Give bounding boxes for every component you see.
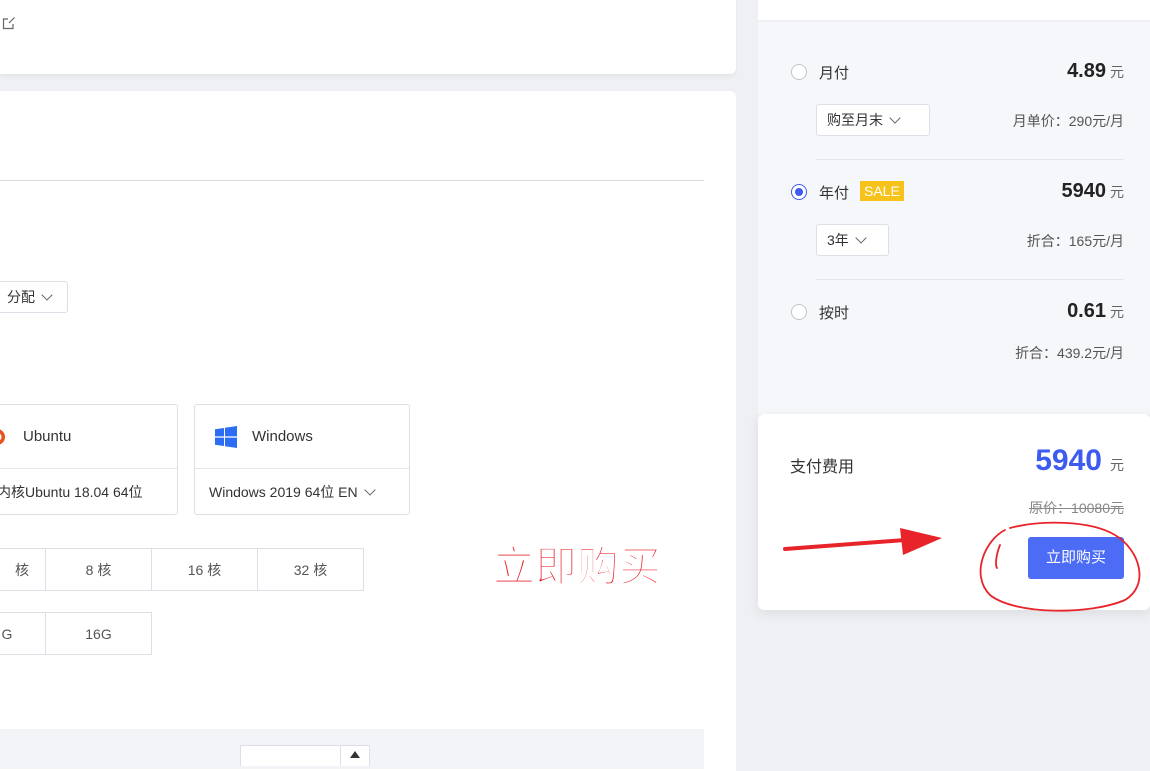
cpu-option-label: 32 核 — [293, 561, 328, 578]
price-hourly: 0.61 元 — [1067, 300, 1124, 323]
chevron-down-icon — [889, 112, 901, 124]
price-monthly: 4.89 元 — [1067, 60, 1124, 83]
option-label-monthly: 月付 — [819, 65, 850, 82]
option-divider — [816, 159, 1124, 160]
cpu-option-label: 核 — [15, 561, 29, 578]
bottom-toolbar — [0, 729, 704, 769]
os-card-ubuntu[interactable]: Ubuntu 内核Ubuntu 18.04 64位 — [0, 404, 178, 515]
section-divider — [0, 180, 704, 181]
payment-amount: 5940 元 — [1035, 444, 1124, 478]
ubuntu-icon — [0, 427, 9, 447]
cpu-option[interactable]: 核 — [0, 548, 46, 591]
monthly-period-select[interactable]: 购至月末 — [816, 104, 930, 136]
memory-option-label: 16G — [85, 625, 112, 642]
yearly-period-select[interactable]: 3年 — [816, 224, 889, 256]
price-monthly-value: 4.89 — [1067, 60, 1106, 82]
option-label-hourly: 按时 — [819, 305, 850, 322]
radio-monthly[interactable] — [791, 64, 807, 80]
payment-amount-unit: 元 — [1110, 457, 1124, 473]
chevron-down-icon — [855, 232, 867, 244]
radio-yearly[interactable] — [791, 184, 807, 200]
payment-card: 支付费用 5940 元 原价：10080元 立即购买 — [758, 414, 1150, 610]
radio-hourly[interactable] — [791, 304, 807, 320]
edit-icon[interactable] — [2, 16, 16, 30]
payment-amount-value: 5940 — [1035, 444, 1102, 477]
price-yearly: 5940 元 — [1062, 180, 1125, 203]
hourly-detail: 折合：439.2元/月 — [1015, 345, 1124, 361]
config-card: 分配 Ubuntu 内核Ubuntu 18.04 64位 Windows Win… — [0, 91, 736, 771]
monthly-period-value: 购至月末 — [827, 112, 883, 128]
cpu-option[interactable]: 32 核 — [257, 548, 364, 591]
chevron-down-icon — [41, 289, 53, 301]
price-hourly-unit: 元 — [1110, 304, 1124, 320]
os-name-windows: Windows — [252, 428, 313, 445]
windows-version-value: Windows 2019 64位 EN — [209, 484, 358, 500]
yearly-period-value: 3年 — [827, 232, 849, 248]
cpu-option[interactable]: 8 核 — [45, 548, 152, 591]
windows-icon — [215, 425, 237, 448]
os-card-windows[interactable]: Windows Windows 2019 64位 EN — [194, 404, 410, 515]
cpu-option[interactable]: 16 核 — [151, 548, 258, 591]
buy-now-button[interactable]: 立即购买 — [1028, 537, 1124, 579]
top-card — [0, 0, 736, 74]
sale-badge: SALE — [860, 181, 904, 201]
quantity-input[interactable] — [240, 745, 342, 766]
ubuntu-version-value: 内核Ubuntu 18.04 64位 — [0, 484, 143, 500]
chevron-down-icon — [363, 484, 376, 496]
memory-option[interactable]: G — [0, 612, 46, 655]
allocation-select-value: 分配 — [7, 289, 35, 305]
windows-version-select[interactable]: Windows 2019 64位 EN — [195, 469, 409, 515]
price-hourly-value: 0.61 — [1067, 300, 1106, 322]
option-label-yearly: 年付 — [819, 185, 850, 202]
caret-up-icon — [350, 751, 360, 758]
yearly-detail: 折合：165元/月 — [1026, 233, 1124, 249]
os-name-ubuntu: Ubuntu — [23, 428, 72, 445]
cpu-option-label: 8 核 — [85, 561, 112, 578]
ubuntu-version-select[interactable]: 内核Ubuntu 18.04 64位 — [0, 469, 177, 515]
billing-card: 月付 4.89 元 购至月末 月单价：290元/月 年付 SALE 5940 元 3… — [758, 22, 1150, 414]
annotation-label: 立即购买 — [492, 543, 662, 591]
price-monthly-unit: 元 — [1110, 64, 1124, 80]
allocation-select[interactable]: 分配 — [0, 281, 68, 313]
original-price: 原价：10080元 — [1029, 500, 1124, 516]
memory-option-label: G — [1, 625, 13, 642]
price-yearly-unit: 元 — [1110, 184, 1124, 200]
option-divider — [816, 279, 1124, 280]
quantity-stepper-up[interactable] — [340, 745, 370, 766]
cpu-option-label: 16 核 — [187, 561, 222, 578]
memory-option[interactable]: 16G — [45, 612, 152, 655]
sidebar-top-strip — [758, 0, 1150, 20]
price-yearly-value: 5940 — [1061, 180, 1107, 202]
monthly-detail: 月单价：290元/月 — [1012, 113, 1124, 129]
payment-label: 支付费用 — [790, 459, 855, 476]
